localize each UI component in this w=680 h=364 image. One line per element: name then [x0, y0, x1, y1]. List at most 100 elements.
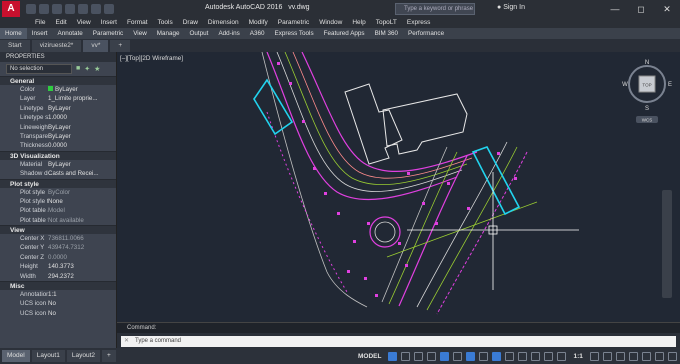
property-row[interactable]: Layer 1_Limite proprie... — [0, 94, 116, 103]
menu-item-help[interactable]: Help — [347, 18, 370, 28]
units-icon[interactable] — [615, 351, 625, 361]
property-value[interactable]: 1:1 — [48, 290, 116, 299]
section-plot-style[interactable]: Plot style — [0, 178, 116, 188]
grid-icon[interactable] — [388, 351, 398, 361]
ribbon-tab-a360[interactable]: A360 — [245, 28, 270, 39]
dynamic-input-icon[interactable] — [427, 351, 437, 361]
workspace-gear-icon[interactable] — [589, 351, 599, 361]
polar-icon[interactable] — [453, 351, 463, 361]
property-value[interactable]: 294.2372 — [48, 272, 116, 281]
property-value[interactable]: ByLayer — [48, 85, 116, 94]
snap-icon[interactable] — [401, 351, 411, 361]
isolate-objects-icon[interactable] — [641, 351, 651, 361]
compass-w[interactable]: W — [622, 82, 628, 88]
auto-scale-icon[interactable] — [557, 351, 567, 361]
compass-n[interactable]: N — [645, 60, 649, 66]
ortho-icon[interactable] — [440, 351, 450, 361]
menu-item-insert[interactable]: Insert — [96, 18, 122, 28]
property-row[interactable]: Shadow dis...Casts and Recei... — [0, 169, 116, 178]
property-value[interactable]: ByLayer — [48, 104, 116, 113]
property-value[interactable]: 1_Limite proprie... — [48, 94, 116, 103]
ribbon-tab-add-ins[interactable]: Add-ins — [213, 28, 244, 39]
maximize-icon[interactable]: ◻ — [628, 0, 654, 18]
property-value[interactable]: ByLayer — [48, 123, 116, 132]
ribbon-tab-insert[interactable]: Insert — [27, 28, 53, 39]
save-icon[interactable] — [52, 4, 62, 14]
annotation-visibility-icon[interactable] — [544, 351, 554, 361]
ribbon-tab-view[interactable]: View — [128, 28, 152, 39]
annotation-scale[interactable]: 1:1 — [570, 353, 585, 360]
property-value[interactable]: 140.3773 — [48, 262, 116, 271]
redo-icon[interactable] — [104, 4, 114, 14]
menu-item-edit[interactable]: Edit — [50, 18, 71, 28]
property-row[interactable]: Linetype ByLayer — [0, 104, 116, 113]
selection-cycling-icon[interactable] — [531, 351, 541, 361]
layout-tab-model[interactable]: Model — [2, 350, 30, 362]
property-value[interactable]: 0.0000 — [48, 253, 116, 262]
property-row[interactable]: Plot style ByColor — [0, 188, 116, 197]
menu-item-topolt[interactable]: TopoLT — [371, 18, 402, 28]
property-row[interactable]: Plot style t...None — [0, 197, 116, 206]
property-row[interactable]: Thickness 0.0000 — [0, 141, 116, 150]
ribbon-tab-express-tools[interactable]: Express Tools — [270, 28, 319, 39]
isodraft-icon[interactable] — [466, 351, 476, 361]
property-row[interactable]: Center X 736811.0066 — [0, 234, 116, 243]
saveas-icon[interactable] — [65, 4, 75, 14]
ribbon-tab-annotate[interactable]: Annotate — [53, 28, 88, 39]
menu-item-window[interactable]: Window — [314, 18, 347, 28]
menu-item-dimension[interactable]: Dimension — [203, 18, 244, 28]
new-icon[interactable] — [26, 4, 36, 14]
property-row[interactable]: Lineweight ByLayer — [0, 123, 116, 132]
search-input[interactable]: Type a keyword or phrase — [395, 3, 475, 15]
wcs-menu[interactable]: WCS — [642, 118, 653, 123]
property-row[interactable]: Material ByLayer — [0, 160, 116, 169]
quick-select-icon[interactable]: ★ — [94, 65, 100, 73]
property-row[interactable]: Height 140.3773 — [0, 262, 116, 271]
drawing-viewport[interactable]: [–][Top][2D Wireframe] TOP N S E W WCS — [117, 52, 680, 322]
model-space-button[interactable]: MODEL — [355, 353, 384, 360]
property-value[interactable]: Not available — [48, 216, 116, 225]
property-value[interactable]: 736811.0066 — [48, 234, 116, 243]
open-icon[interactable] — [39, 4, 49, 14]
ribbon-tab-featured-apps[interactable]: Featured Apps — [319, 28, 370, 39]
property-value[interactable]: No — [48, 309, 116, 318]
menu-item-parametric[interactable]: Parametric — [273, 18, 314, 28]
section-view[interactable]: View — [0, 225, 116, 235]
property-row[interactable]: Plot table t...Not available — [0, 216, 116, 225]
property-value[interactable]: Casts and Recei... — [48, 169, 116, 178]
command-input[interactable]: ✕ Type a command — [121, 336, 676, 347]
quick-properties-icon[interactable] — [628, 351, 638, 361]
undo-icon[interactable] — [91, 4, 101, 14]
section-3d-visualization[interactable]: 3D Visualization — [0, 150, 116, 160]
property-value[interactable]: 1.0000 — [48, 113, 116, 122]
ribbon-tab-bim-360[interactable]: BIM 360 — [370, 28, 403, 39]
layout-tab-layout2[interactable]: Layout2 — [66, 350, 100, 362]
close-icon[interactable]: ✕ — [654, 0, 680, 18]
object-snap-tracking-icon[interactable] — [479, 351, 489, 361]
doc-tab-0[interactable]: Start — [0, 40, 30, 52]
compass-s[interactable]: S — [645, 106, 649, 112]
add-layout-icon[interactable]: + — [102, 350, 116, 362]
menu-item-draw[interactable]: Draw — [178, 18, 203, 28]
compass-e[interactable]: E — [668, 82, 672, 88]
viewcube[interactable]: TOP N S E W WCS — [622, 60, 672, 123]
ribbon-tab-home[interactable]: Home — [0, 28, 27, 39]
property-value[interactable]: No — [48, 299, 116, 308]
drawing-canvas[interactable]: TOP N S E W WCS — [117, 52, 680, 322]
select-objects-icon[interactable]: ✦ — [84, 65, 90, 73]
menu-item-file[interactable]: File — [30, 18, 50, 28]
property-row[interactable]: Center Y 439474.7312 — [0, 243, 116, 252]
property-row[interactable]: Center Z 0.0000 — [0, 253, 116, 262]
property-row[interactable]: Plot table a...Model — [0, 206, 116, 215]
property-row[interactable]: Color ByLayer — [0, 85, 116, 94]
annotation-monitor-icon[interactable] — [602, 351, 612, 361]
property-row[interactable]: Annotation...1:1 — [0, 290, 116, 299]
property-value[interactable]: ByColor — [48, 188, 116, 197]
ribbon-tab-performance[interactable]: Performance — [403, 28, 449, 39]
menu-item-tools[interactable]: Tools — [153, 18, 178, 28]
property-row[interactable]: TransparencyByLayer — [0, 132, 116, 141]
toggle-pickadd-icon[interactable]: ■ — [76, 65, 80, 73]
object-snap-icon[interactable] — [492, 351, 502, 361]
doc-tab-2[interactable]: vv* — [83, 40, 109, 52]
transparency-icon[interactable] — [518, 351, 528, 361]
